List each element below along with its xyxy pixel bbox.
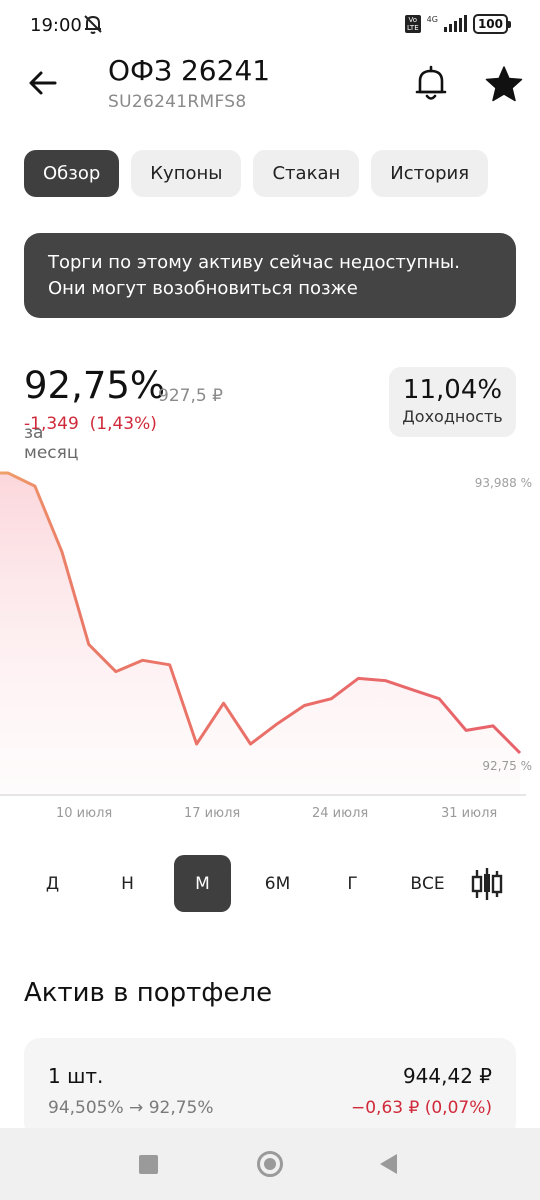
- yield-value: 11,04%: [402, 375, 503, 405]
- home-icon[interactable]: [257, 1151, 283, 1177]
- bell-icon[interactable]: [412, 64, 450, 104]
- chart-current-label: 92,75 %: [482, 759, 532, 773]
- price-rub: 927,5 ₽: [158, 386, 223, 406]
- recent-apps-icon[interactable]: [139, 1155, 158, 1174]
- yield-label: Доходность: [402, 407, 503, 426]
- price-chart[interactable]: [0, 465, 540, 800]
- chart-max-label: 93,988 %: [474, 476, 532, 490]
- battery-icon: 100: [472, 14, 512, 34]
- position-pnl: −0,63 ₽ (0,07%): [351, 1098, 492, 1118]
- tab-bar: Обзор Купоны Стакан История: [24, 150, 489, 197]
- network-type: 4G: [426, 14, 438, 24]
- position-price-range: 94,505% → 92,75%: [48, 1098, 214, 1118]
- period-day[interactable]: Д: [24, 855, 81, 912]
- notice-line-1: Торги по этому активу сейчас недоступны.: [48, 252, 460, 273]
- chart-x-axis: 10 июля 17 июля 24 июля 31 июля: [0, 806, 540, 826]
- tab-overview[interactable]: Обзор: [24, 150, 120, 197]
- period-year[interactable]: Г: [324, 855, 381, 912]
- battery-level: 100: [477, 17, 503, 31]
- change-period: за месяц: [24, 422, 79, 463]
- x-tick-label: 24 июля: [312, 806, 369, 821]
- chart-area-fill: [0, 473, 520, 795]
- isin-code: SU26241RMFS8: [108, 92, 247, 112]
- star-icon[interactable]: [484, 64, 524, 104]
- period-selector: Д Н М 6М Г ВСЕ: [0, 855, 540, 912]
- x-tick-label: 31 июля: [441, 806, 498, 821]
- period-month[interactable]: М: [174, 855, 231, 912]
- price-change: -1,349 (1,43%) за месяц: [24, 414, 157, 463]
- candlestick-icon[interactable]: [470, 868, 504, 900]
- period-week[interactable]: Н: [99, 855, 156, 912]
- bell-off-icon: [84, 15, 102, 34]
- signal-icon: [443, 15, 467, 32]
- price-percent: 92,75%: [24, 364, 166, 407]
- status-bar: 19:00 Vo LTE 4G 100: [0, 0, 540, 52]
- tab-history[interactable]: История: [371, 150, 489, 197]
- portfolio-position-card[interactable]: 1 шт. 944,42 ₽ 94,505% → 92,75% −0,63 ₽ …: [24, 1038, 516, 1138]
- x-tick-label: 17 июля: [184, 806, 241, 821]
- nav-back-icon[interactable]: [380, 1154, 397, 1174]
- status-time: 19:00: [30, 15, 82, 36]
- back-arrow-icon[interactable]: [24, 64, 62, 102]
- volte-badge: Vo LTE: [405, 15, 421, 33]
- trading-unavailable-notice: Торги по этому активу сейчас недоступны.…: [24, 233, 516, 318]
- portfolio-section-title: Актив в портфеле: [24, 978, 273, 1008]
- tab-order-book[interactable]: Стакан: [253, 150, 360, 197]
- yield-card[interactable]: 11,04% Доходность: [389, 367, 516, 437]
- period-all[interactable]: ВСЕ: [399, 855, 456, 912]
- period-6-months[interactable]: 6М: [249, 855, 306, 912]
- page-title: ОФЗ 26241: [108, 54, 271, 87]
- position-total: 944,42 ₽: [402, 1064, 492, 1088]
- notice-line-2: Они могут возобновиться позже: [48, 278, 358, 299]
- x-tick-label: 10 июля: [56, 806, 113, 821]
- system-nav-bar: [0, 1128, 540, 1200]
- tab-coupons[interactable]: Купоны: [131, 150, 242, 197]
- position-quantity: 1 шт.: [48, 1064, 104, 1088]
- change-percent: (1,43%): [89, 414, 157, 434]
